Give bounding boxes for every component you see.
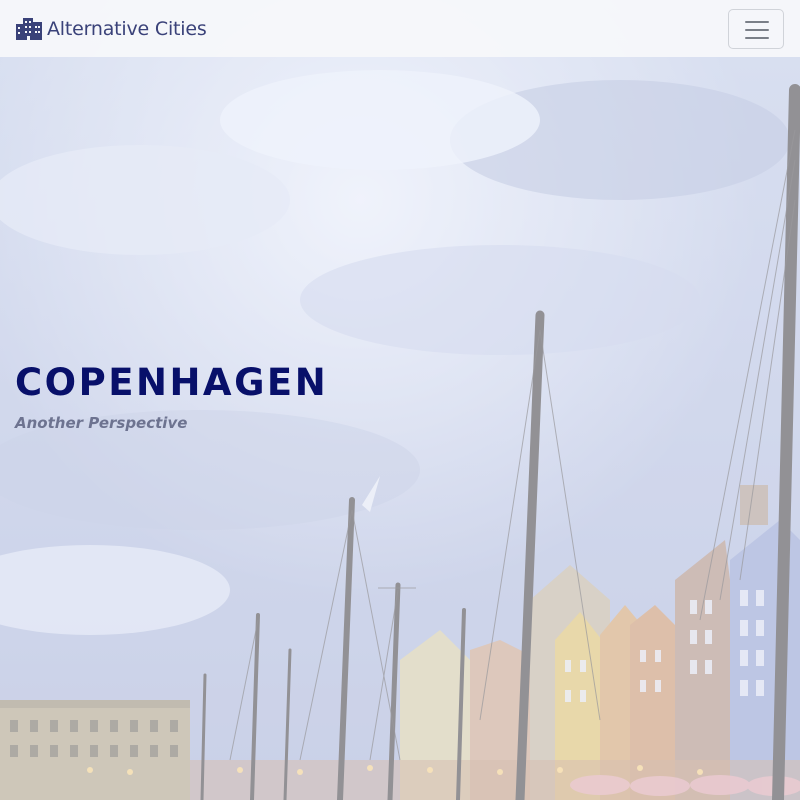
brand-link[interactable]: Alternative Cities bbox=[16, 16, 207, 42]
page-title: COPENHAGEN bbox=[15, 361, 329, 404]
hero-headline: COPENHAGEN Another Perspective bbox=[15, 360, 328, 432]
city-buildings-icon bbox=[16, 18, 42, 40]
navbar: Alternative Cities bbox=[0, 0, 800, 57]
brand-label: Alternative Cities bbox=[47, 18, 207, 40]
page-subtitle: Another Perspective bbox=[15, 414, 188, 432]
navbar-toggler-button[interactable] bbox=[728, 9, 784, 49]
page: Alternative Cities COPENHAGEN Another Pe… bbox=[0, 0, 800, 800]
